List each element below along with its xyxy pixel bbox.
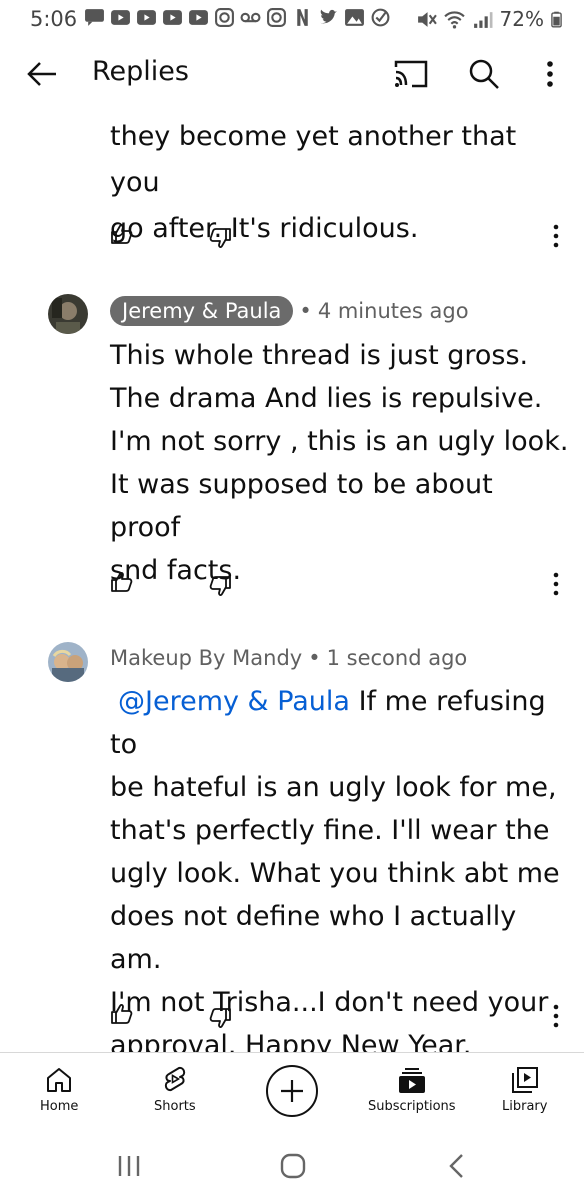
comment-line: @Jeremy & Paula If me refusing to — [110, 680, 570, 766]
back-arrow-icon[interactable] — [24, 56, 60, 92]
separator-dot: • — [299, 299, 312, 323]
youtube-icon — [111, 10, 130, 25]
check-circle-icon — [371, 8, 390, 27]
netflix-icon — [297, 9, 308, 26]
comment-text: This whole thread is just gross. The dra… — [110, 334, 570, 592]
nav-home[interactable]: Home — [40, 1065, 78, 1114]
comment-time: 4 minutes ago — [317, 299, 469, 323]
nav-label: Shorts — [154, 1099, 196, 1114]
youtube-icon — [137, 10, 156, 25]
voicemail-icon — [240, 12, 261, 23]
system-nav — [0, 1132, 584, 1200]
system-status: 72% — [416, 7, 562, 31]
author-name[interactable]: Jeremy & Paula — [110, 296, 294, 326]
more-vert-icon[interactable] — [536, 56, 564, 92]
signal-icon — [473, 11, 493, 28]
status-time: 5:06 — [30, 7, 78, 31]
home-icon — [47, 1068, 72, 1092]
notification-icons — [84, 8, 391, 27]
comment-line: be hateful is an ugly look for me, — [110, 772, 557, 803]
separator-dot: • — [308, 646, 321, 670]
mention-link[interactable]: @Jeremy & Paula — [118, 686, 350, 717]
nav-subscriptions[interactable]: Subscriptions — [368, 1065, 456, 1114]
comment-menu-icon[interactable] — [548, 570, 564, 598]
library-icon — [511, 1067, 538, 1093]
bottom-nav: Home Shorts Subscriptions Library — [0, 1052, 584, 1132]
comment-line: ugly look. What you think abt me — [110, 858, 560, 889]
instagram-icon — [267, 8, 286, 27]
instagram-icon — [215, 8, 234, 27]
home-button-icon[interactable] — [279, 1152, 307, 1180]
battery-level: 72% — [499, 7, 544, 31]
youtube-icon — [163, 10, 182, 25]
thumbs-up-icon[interactable] — [110, 222, 134, 246]
comment-line: they become yet another that you — [110, 121, 517, 198]
thumbs-up-icon[interactable] — [110, 1002, 134, 1026]
author-name[interactable]: Makeup By Mandy — [110, 646, 302, 670]
comment-line: This whole thread is just gross. — [110, 340, 529, 371]
comment-menu-icon[interactable] — [548, 1002, 564, 1030]
comment-actions — [0, 568, 584, 608]
comment-actions — [0, 220, 584, 260]
comment-meta: Jeremy & Paula • 4 minutes ago — [110, 296, 469, 326]
back-icon[interactable] — [446, 1152, 466, 1180]
nav-label: Subscriptions — [368, 1099, 456, 1114]
message-icon — [85, 9, 104, 26]
avatar[interactable] — [48, 642, 88, 682]
comment-line: I'm not sorry , this is an ugly look. — [110, 426, 569, 457]
comment-line: The drama And lies is repulsive. — [110, 383, 543, 414]
shorts-icon — [164, 1066, 185, 1092]
status-bar: 5:06 72% — [0, 0, 584, 40]
comment-line: does not define who I actually am. — [110, 901, 517, 975]
thumbs-up-icon[interactable] — [110, 570, 134, 594]
nav-shorts[interactable]: Shorts — [154, 1065, 196, 1114]
comment-time: 1 second ago — [326, 646, 468, 670]
thumbs-down-icon[interactable] — [208, 1006, 232, 1030]
nav-label: Home — [40, 1099, 79, 1114]
plus-icon — [281, 1080, 303, 1102]
nav-library[interactable]: Library — [502, 1065, 547, 1114]
comment-menu-icon[interactable] — [548, 222, 564, 250]
thumbs-down-icon[interactable] — [208, 226, 232, 250]
page-title: Replies — [92, 56, 189, 87]
app-bar: Replies — [0, 44, 584, 104]
youtube-icon — [189, 10, 208, 25]
comment-meta: Makeup By Mandy • 1 second ago — [110, 646, 467, 670]
nav-label: Library — [502, 1099, 548, 1114]
thumbs-down-icon[interactable] — [208, 574, 232, 598]
mute-icon — [417, 11, 437, 27]
gallery-icon — [345, 9, 364, 26]
battery-icon — [551, 11, 562, 28]
search-icon[interactable] — [466, 56, 502, 92]
recent-apps-icon[interactable] — [116, 1154, 142, 1178]
comment-line: that's perfectly fine. I'll wear the — [110, 815, 550, 846]
wifi-icon — [443, 10, 465, 29]
create-button[interactable] — [266, 1065, 318, 1117]
cast-icon[interactable] — [392, 58, 430, 90]
subscriptions-icon — [398, 1068, 425, 1093]
comment-line: It was supposed to be about proof — [110, 469, 493, 543]
twitter-icon — [320, 9, 337, 24]
avatar[interactable] — [48, 294, 88, 334]
comment-actions — [0, 1000, 584, 1040]
